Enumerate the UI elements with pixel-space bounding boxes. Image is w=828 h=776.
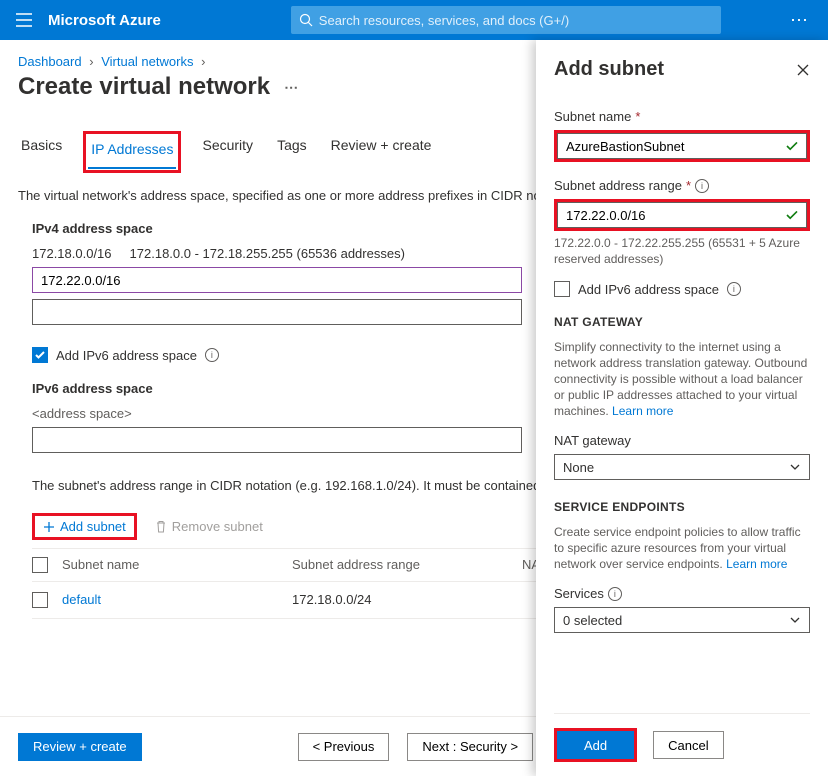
col-subnet-name: Subnet name	[62, 557, 292, 573]
page-more-icon[interactable]: ⋯	[284, 79, 298, 96]
add-subnet-button[interactable]: Add subnet	[35, 516, 134, 537]
add-subnet-label: Add subnet	[60, 519, 126, 534]
plus-icon	[43, 521, 55, 533]
trash-icon	[155, 520, 167, 533]
ipv4-input-blank[interactable]	[32, 299, 522, 325]
hamburger-icon[interactable]	[8, 4, 40, 36]
col-subnet-range: Subnet address range	[292, 557, 522, 573]
ipv6-input-blank[interactable]	[32, 427, 522, 453]
remove-subnet-button: Remove subnet	[147, 516, 271, 537]
add-ipv6-label-panel: Add IPv6 address space	[578, 282, 719, 297]
add-subnet-panel: Add subnet Subnet name * Subnet address …	[536, 40, 828, 776]
subnet-name-label: Subnet name	[554, 109, 631, 124]
info-icon[interactable]: i	[608, 587, 622, 601]
range-help-text: 172.22.0.0 - 172.22.255.255 (65531 + 5 A…	[554, 235, 810, 267]
subnet-link-default[interactable]: default	[62, 592, 101, 607]
tab-ip-addresses[interactable]: IP Addresses	[88, 135, 176, 169]
nat-desc: Simplify connectivity to the internet us…	[554, 339, 810, 419]
required-icon: *	[686, 178, 691, 193]
top-bar: Microsoft Azure ⋯	[0, 0, 828, 40]
ipv4-input[interactable]	[32, 267, 522, 293]
row-checkbox[interactable]	[32, 592, 48, 608]
breadcrumb-dashboard[interactable]: Dashboard	[18, 54, 82, 69]
cancel-button[interactable]: Cancel	[653, 731, 723, 759]
subnet-name-input[interactable]	[557, 133, 807, 159]
learn-more-link[interactable]: Learn more	[726, 557, 787, 571]
chevron-right-icon: ›	[89, 54, 93, 69]
close-icon[interactable]	[796, 63, 810, 77]
previous-button[interactable]: < Previous	[298, 733, 390, 761]
subnet-range-input[interactable]	[557, 202, 807, 228]
check-icon	[785, 208, 799, 222]
search-icon	[299, 13, 313, 27]
nat-select-value: None	[563, 460, 594, 475]
panel-title: Add subnet	[554, 58, 664, 81]
add-button[interactable]: Add	[557, 731, 634, 759]
chevron-right-icon: ›	[201, 54, 205, 69]
brand-label: Microsoft Azure	[48, 12, 161, 29]
review-create-button[interactable]: Review + create	[18, 733, 142, 761]
tab-security[interactable]: Security	[199, 131, 256, 173]
subnet-range: 172.18.0.0/24	[292, 592, 522, 608]
tab-review[interactable]: Review + create	[328, 131, 435, 173]
info-icon[interactable]: i	[727, 282, 741, 296]
nat-gateway-heading: NAT GATEWAY	[554, 315, 810, 329]
page-title: Create virtual network	[18, 73, 270, 101]
services-select-value: 0 selected	[563, 613, 622, 628]
required-icon: *	[635, 109, 640, 124]
add-ipv6-label: Add IPv6 address space	[56, 348, 197, 363]
topbar-more-icon[interactable]: ⋯	[780, 10, 820, 31]
service-endpoints-heading: SERVICE ENDPOINTS	[554, 500, 810, 514]
services-label: Services	[554, 586, 604, 601]
check-icon	[785, 139, 799, 153]
subnet-range-label: Subnet address range	[554, 178, 682, 193]
ipv4-range: 172.18.0.0 - 172.18.255.255 (65536 addre…	[130, 246, 405, 261]
remove-subnet-label: Remove subnet	[172, 519, 263, 534]
chevron-down-icon	[789, 614, 801, 626]
breadcrumb-vnets[interactable]: Virtual networks	[101, 54, 193, 69]
learn-more-link[interactable]: Learn more	[612, 404, 673, 418]
ipv4-cidr: 172.18.0.0/16	[32, 246, 112, 261]
add-ipv6-checkbox[interactable]	[32, 347, 48, 363]
select-all-checkbox[interactable]	[32, 557, 48, 573]
svc-desc: Create service endpoint policies to allo…	[554, 524, 810, 572]
tab-tags[interactable]: Tags	[274, 131, 310, 173]
nat-gateway-select[interactable]: None	[554, 454, 810, 480]
info-icon[interactable]: i	[205, 348, 219, 362]
chevron-down-icon	[789, 461, 801, 473]
next-button[interactable]: Next : Security >	[407, 733, 533, 761]
nat-gateway-label: NAT gateway	[554, 433, 631, 448]
check-icon	[34, 349, 46, 361]
global-search[interactable]	[291, 6, 721, 34]
info-icon[interactable]: i	[695, 179, 709, 193]
search-input[interactable]	[319, 13, 713, 28]
services-select[interactable]: 0 selected	[554, 607, 810, 633]
tab-basics[interactable]: Basics	[18, 131, 65, 173]
add-ipv6-checkbox-panel[interactable]	[554, 281, 570, 297]
